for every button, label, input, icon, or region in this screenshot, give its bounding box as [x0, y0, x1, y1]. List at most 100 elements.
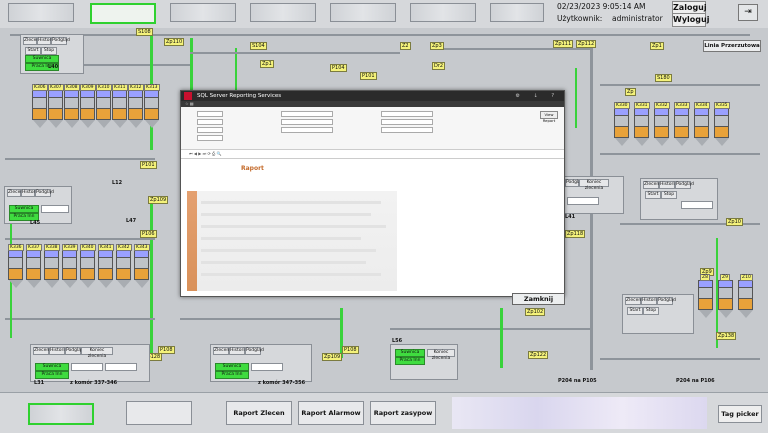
silo[interactable]	[26, 250, 41, 288]
view-report-button[interactable]: View Report	[540, 111, 558, 123]
bottom-nav-button[interactable]	[126, 401, 192, 425]
nav-button-5[interactable]	[330, 3, 396, 22]
panel-input[interactable]	[567, 197, 599, 205]
tag[interactable]: Zp122	[528, 351, 549, 359]
report-toolbar[interactable]: ⏮ ◀ ▶ ⏭ ⟳ ⎙ 🔍	[181, 150, 564, 159]
tag[interactable]: Zp112	[576, 40, 597, 48]
panel-tab[interactable]: Zlecenia	[643, 181, 663, 189]
report-recipes-button[interactable]: Raport zasypow	[370, 401, 436, 425]
silo[interactable]	[714, 108, 729, 146]
silo[interactable]	[62, 250, 77, 288]
alarm-summary-panel[interactable]	[452, 397, 707, 429]
param-input[interactable]	[197, 119, 223, 125]
panel-tab[interactable]: Historia	[37, 37, 55, 45]
tag[interactable]: Zp10	[726, 218, 743, 226]
tag[interactable]: Zp109	[322, 353, 343, 361]
panel-tab[interactable]: Historia	[641, 297, 659, 305]
silo[interactable]	[80, 90, 95, 128]
silo[interactable]	[738, 280, 753, 318]
panel-tab[interactable]: Historia	[659, 181, 677, 189]
nav-button-1[interactable]	[8, 3, 74, 22]
silo[interactable]	[654, 108, 669, 146]
param-input[interactable]	[381, 127, 433, 133]
logout-button[interactable]: Wyloguj	[672, 13, 709, 27]
panel-tab[interactable]: Zlecenia	[7, 189, 27, 197]
silo[interactable]	[8, 250, 23, 288]
nav-button-3[interactable]	[170, 3, 236, 22]
silo[interactable]	[116, 250, 131, 288]
panel-tab[interactable]: Historia	[229, 347, 247, 355]
stop-button[interactable]: Stop	[661, 191, 677, 199]
tag[interactable]: P101	[140, 161, 157, 169]
tag[interactable]: Zp118	[565, 230, 586, 238]
tag[interactable]: P106	[140, 230, 157, 238]
param-input[interactable]	[281, 111, 333, 117]
param-input[interactable]	[381, 119, 433, 125]
panel-tab[interactable]: Zlecenia	[33, 347, 53, 355]
tag[interactable]: Dr2	[432, 62, 446, 70]
panel-tab[interactable]: Historia	[49, 347, 67, 355]
panel-tab[interactable]: Koniec zlecenia	[81, 347, 113, 359]
tag[interactable]: P101	[360, 72, 377, 80]
param-input[interactable]	[197, 135, 223, 141]
start-button[interactable]: Start	[25, 47, 41, 55]
panel-tab[interactable]: Podgląd	[51, 37, 70, 45]
param-input[interactable]	[281, 119, 333, 125]
exit-icon[interactable]: ⇥	[738, 4, 758, 21]
tag[interactable]: Zp1	[260, 60, 274, 68]
tag[interactable]: Zp	[625, 88, 636, 96]
tag[interactable]: Zp102	[525, 308, 546, 316]
silo[interactable]	[96, 90, 111, 128]
nav-button-7[interactable]	[490, 3, 544, 22]
panel-tab[interactable]: Koniec zlecenia	[427, 349, 455, 361]
silo[interactable]	[64, 90, 79, 128]
tag[interactable]: P108	[342, 346, 359, 354]
silo[interactable]	[694, 108, 709, 146]
report-alarms-button[interactable]: Raport Alarmow	[298, 401, 364, 425]
tag[interactable]: Zp1	[650, 42, 664, 50]
silo[interactable]	[44, 250, 59, 288]
line-label-przerzutowa[interactable]: Linia Przerzutowa	[703, 40, 761, 52]
silo[interactable]	[698, 280, 713, 318]
panel-tab[interactable]: Zlecenia	[213, 347, 233, 355]
param-input[interactable]	[197, 127, 223, 133]
tag[interactable]: S104	[250, 42, 267, 50]
param-input[interactable]	[381, 111, 433, 117]
nav-button-6[interactable]	[410, 3, 476, 22]
panel-tab[interactable]: Zlecenia	[23, 37, 43, 45]
panel-input[interactable]	[681, 201, 713, 209]
param-input[interactable]	[197, 111, 223, 117]
stop-button[interactable]: Stop	[41, 47, 57, 55]
tag[interactable]: Zp109	[148, 196, 169, 204]
panel-input[interactable]	[41, 205, 69, 213]
panel-input[interactable]	[251, 363, 283, 371]
panel-input[interactable]	[105, 363, 137, 371]
panel-tab[interactable]: Podgląd	[35, 189, 54, 197]
panel-tab[interactable]: Podgląd	[65, 347, 84, 355]
start-button[interactable]: Start	[645, 191, 661, 199]
silo[interactable]	[48, 90, 63, 128]
silo[interactable]	[128, 90, 143, 128]
start-button[interactable]: Start	[627, 307, 643, 315]
param-input[interactable]	[281, 127, 333, 133]
silo[interactable]	[614, 108, 629, 146]
silo[interactable]	[674, 108, 689, 146]
silo[interactable]	[144, 90, 159, 128]
panel-tab[interactable]: Koniec zlecenia	[579, 179, 609, 191]
panel-tab[interactable]: Podgląd	[657, 297, 676, 305]
silo[interactable]	[134, 250, 149, 288]
panel-tab[interactable]: Historia	[21, 189, 39, 197]
tag[interactable]: Zp111	[553, 40, 574, 48]
window-controls-icon[interactable]: ⚙ ↓ ?	[515, 91, 560, 101]
panel-input[interactable]	[71, 363, 103, 371]
tag-picker-button[interactable]: Tag picker	[718, 405, 762, 423]
silo[interactable]	[718, 280, 733, 318]
nav-button-2-active[interactable]	[90, 3, 156, 24]
nav-button-4[interactable]	[250, 3, 316, 22]
silo[interactable]	[112, 90, 127, 128]
silo[interactable]	[80, 250, 95, 288]
stop-button[interactable]: Stop	[643, 307, 659, 315]
bottom-nav-button-active[interactable]	[28, 403, 94, 425]
tag[interactable]: P104	[330, 64, 347, 72]
tag[interactable]: S180	[655, 74, 672, 82]
